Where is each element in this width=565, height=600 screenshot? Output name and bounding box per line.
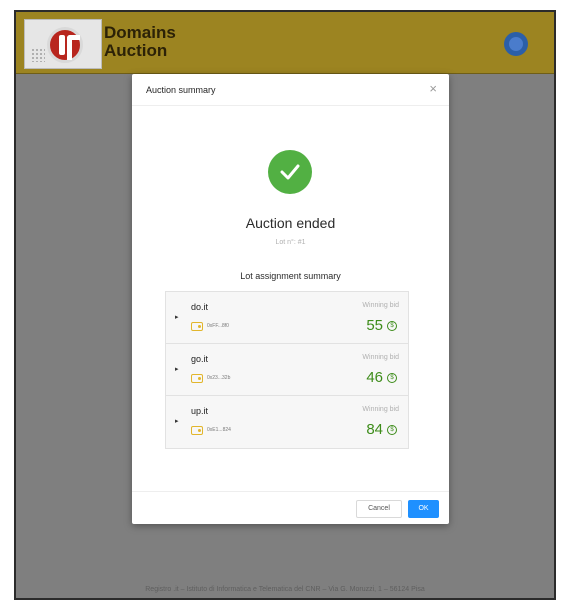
bid-label: Winning bid: [362, 354, 399, 361]
ok-button[interactable]: OK: [408, 500, 439, 518]
close-icon[interactable]: ×: [429, 82, 437, 95]
lot-row[interactable]: ▸ up.it 0xE1...824 Winning bid 84 $: [166, 396, 408, 448]
cancel-button[interactable]: Cancel: [356, 500, 402, 518]
bid-amount: 84: [366, 421, 383, 438]
check-circle-icon: [268, 150, 312, 194]
lot-number: Lot n°: #1: [275, 239, 306, 246]
winner-address: 0xFF...8f0: [207, 323, 229, 329]
winner-address: 0x23...32b: [207, 375, 231, 381]
caret-right-icon[interactable]: ▸: [175, 313, 179, 321]
logo-dots: [31, 48, 45, 62]
bid-label: Winning bid: [362, 302, 399, 309]
bid-amount: 55: [366, 317, 383, 334]
caret-right-icon[interactable]: ▸: [175, 365, 179, 373]
section-title: Lot assignment summary: [240, 271, 341, 281]
domain-name: up.it: [191, 406, 209, 416]
bid-amount: 46: [366, 369, 383, 386]
auction-status-title: Auction ended: [245, 215, 336, 231]
lot-row[interactable]: ▸ do.it 0xFF...8f0 Winning bid 55 $: [166, 292, 408, 344]
wallet-icon: [191, 374, 203, 383]
modal-header: Auction summary ×: [132, 74, 449, 106]
auction-summary-modal: Auction summary × Auction ended Lot n°: …: [132, 74, 449, 524]
coin-icon: $: [387, 321, 397, 331]
app-title-line1: Domains: [104, 23, 176, 42]
user-avatar[interactable]: [504, 32, 528, 56]
app-title-line2: Auction: [104, 41, 168, 60]
caret-right-icon[interactable]: ▸: [175, 417, 179, 425]
bid-label: Winning bid: [362, 406, 399, 413]
domain-name: go.it: [191, 354, 209, 364]
lot-row[interactable]: ▸ go.it 0x23...32b Winning bid 46 $: [166, 344, 408, 396]
app-title: Domains Auction: [104, 24, 176, 60]
logo[interactable]: [24, 19, 102, 69]
app-header: Domains Auction: [16, 12, 554, 74]
logo-mark: [47, 27, 83, 63]
domain-name: do.it: [191, 302, 209, 312]
wallet-icon: [191, 426, 203, 435]
wallet-icon: [191, 322, 203, 331]
lot-assignment-list: ▸ do.it 0xFF...8f0 Winning bid 55 $ ▸ go…: [165, 291, 409, 449]
modal-footer: Cancel OK: [132, 491, 449, 524]
coin-icon: $: [387, 373, 397, 383]
page-footer: Registro .it – Istituto di Informatica e…: [145, 586, 425, 593]
modal-title: Auction summary: [146, 85, 216, 95]
winner-address: 0xE1...824: [207, 427, 231, 433]
checkmark-icon: [280, 164, 300, 180]
coin-icon: $: [387, 425, 397, 435]
